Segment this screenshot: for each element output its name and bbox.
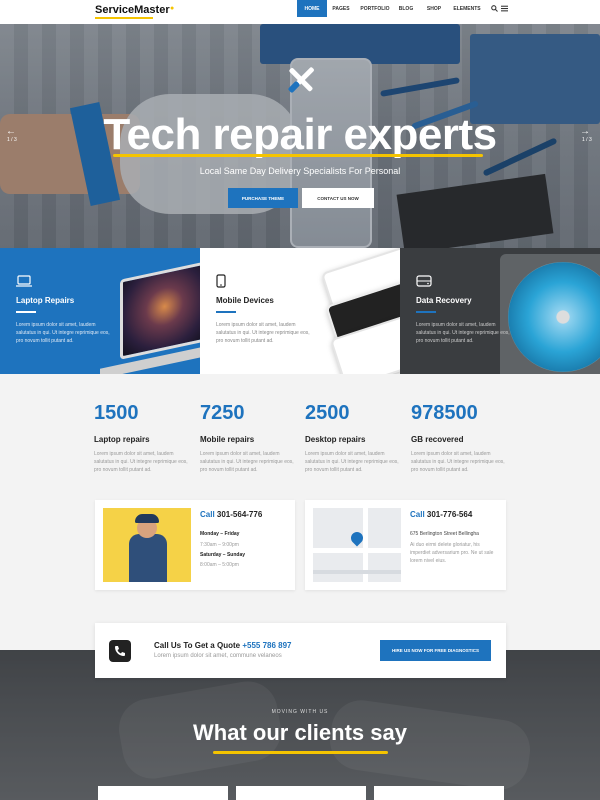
site-logo[interactable]: ServiceMaster [95,4,170,16]
testimonial-card [374,786,504,800]
phone-number: 301-776-564 [426,510,473,519]
call-label: Call [200,510,215,519]
testimonials-overline: MOVING WITH US [271,709,329,715]
address-line: 675 Berlington Street Bellingha [410,531,479,537]
mechanic-photo [103,508,191,582]
quote-title-text: Call Us To Get a Quote [154,641,241,650]
service-card-mobile[interactable]: Mobile Devices Lorem ipsum dolor sit ame… [200,248,400,374]
hours-weekday-label: Monday – Friday [200,531,240,537]
mechanic-cap [135,514,159,523]
stat-mobile-repairs: 7250 Mobile repairs Lorem ipsum dolor si… [200,402,300,474]
quote-title: Call Us To Get a Quote +555 786 897 [154,641,292,650]
stat-label: GB recovered [411,435,464,444]
contact-us-button[interactable]: CONTACT US NOW [302,188,374,208]
stat-label: Mobile repairs [200,435,255,444]
address-description: lorem nivel eius. [410,558,447,564]
tools-icon [282,60,322,100]
phone-icon [109,640,131,662]
service-divider [16,311,36,313]
testimonial-card [98,786,228,800]
mechanic-body [129,534,167,582]
service-title: Laptop Repairs [16,296,75,305]
stat-value: 2500 [305,402,350,424]
testimonials-title-underline [213,751,388,754]
hard-drive-icon [416,274,432,292]
mobile-icon [216,274,226,293]
phone-number: 301-564-776 [216,510,263,519]
hero-subtitle: Local Same Day Delivery Specialists For … [199,166,401,176]
hero-title: Tech repair experts [103,110,497,159]
nav-item-home[interactable]: HOME [297,0,327,17]
hero-title-underline [113,154,483,157]
nav-item-elements[interactable]: ELEMENTS [451,0,483,17]
top-navigation: ServiceMaster ● HOME PAGES PORTFOLIO BLO… [0,0,600,24]
quote-subtitle: Lorem ipsum dolor sit amet, commune vela… [154,653,282,659]
testimonials-title: What our clients say [193,720,407,745]
service-description: Lorem ipsum dolor sit amet, laudem salut… [216,322,310,344]
stat-desktop-repairs: 2500 Desktop repairs Lorem ipsum dolor s… [305,402,405,474]
service-divider [416,311,436,313]
hero-slider: ← 1 / 3 → 1 / 3 Tech repair experts Loca… [0,24,600,248]
address-description: imperdiet adversarium pro. Ne ut sale [410,550,494,556]
stat-label: Laptop repairs [94,435,150,444]
purchase-theme-button[interactable]: PURCHASE THEME [228,188,298,208]
hours-weekend-value: 8:00am – 5:00pm [200,562,239,568]
service-card-laptop[interactable]: Laptop Repairs Lorem ipsum dolor sit ame… [0,248,200,374]
service-title: Mobile Devices [216,296,274,305]
quote-phone[interactable]: +555 786 897 [242,641,291,650]
stat-description: Lorem ipsum dolor sit amet, laudem salut… [411,451,505,473]
service-card-data-recovery[interactable]: Data Recovery Lorem ipsum dolor sit amet… [400,248,600,374]
stat-description: Lorem ipsum dolor sit amet, laudem salut… [200,451,294,473]
service-description: Lorem ipsum dolor sit amet, laudem salut… [16,322,110,344]
call-label: Call [410,510,425,519]
contact-card-hours: Call 301-564-776 Monday – Friday 7:30am … [95,500,295,590]
map-road [313,570,401,574]
service-divider [216,311,236,313]
nav-item-blog[interactable]: BLOG [396,0,416,17]
hours-weekday-value: 7:30am – 9:00pm [200,542,239,548]
nav-item-shop[interactable]: SHOP [423,0,445,17]
search-icon[interactable] [491,5,498,14]
stat-gb-recovered: 978500 GB recovered Lorem ipsum dolor si… [411,402,511,474]
service-description: Lorem ipsum dolor sit amet, laudem salut… [416,322,510,344]
stat-description: Lorem ipsum dolor sit amet, laudem salut… [94,451,188,473]
contact-phone-heading[interactable]: Call 301-564-776 [200,510,262,519]
service-title: Data Recovery [416,296,472,305]
nav-item-portfolio[interactable]: PORTFOLIO [358,0,392,17]
menu-icon[interactable] [501,5,508,14]
address-description: Ai duo eirmi delete gloriatur, his [410,542,480,548]
map-road [313,548,401,553]
stat-label: Desktop repairs [305,435,366,444]
nav-item-pages[interactable]: PAGES [329,0,353,17]
contact-phone-heading[interactable]: Call 301-776-564 [410,510,472,519]
location-map[interactable] [313,508,401,582]
laptop-image [120,256,200,360]
logo-accent: ● [170,5,175,12]
stat-value: 978500 [411,402,478,424]
stat-value: 7250 [200,402,245,424]
stat-description: Lorem ipsum dolor sit amet, laudem salut… [305,451,399,473]
contact-card-location: Call 301-776-564 675 Berlington Street B… [305,500,506,590]
testimonial-card [236,786,366,800]
stat-value: 1500 [94,402,139,424]
hire-us-button[interactable]: HIRE US NOW FOR FREE DIAGNOSTICS [380,640,491,661]
laptop-icon [16,274,32,292]
logo-underline [95,17,153,19]
hours-weekend-label: Saturday – Sunday [200,552,246,558]
quote-bar: Call Us To Get a Quote +555 786 897 Lore… [95,623,506,678]
stat-laptop-repairs: 1500 Laptop repairs Lorem ipsum dolor si… [94,402,194,474]
